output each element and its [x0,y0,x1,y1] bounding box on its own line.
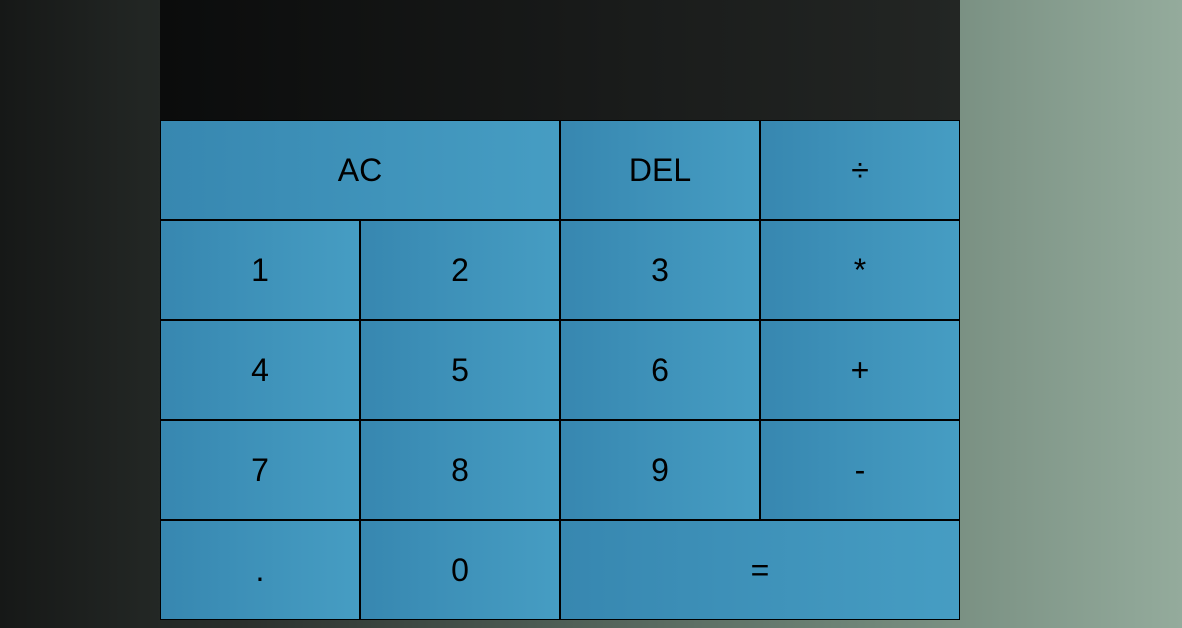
digit-0-button[interactable]: 0 [360,520,560,620]
digit-7-button[interactable]: 7 [160,420,360,520]
calculator: AC DEL ÷ 1 2 3 * 4 5 6 + 7 8 9 - . 0 = [160,0,960,620]
digit-3-button[interactable]: 3 [560,220,760,320]
subtract-button[interactable]: - [760,420,960,520]
divide-button[interactable]: ÷ [760,120,960,220]
delete-button[interactable]: DEL [560,120,760,220]
digit-1-button[interactable]: 1 [160,220,360,320]
digit-8-button[interactable]: 8 [360,420,560,520]
output-display [160,0,960,120]
digit-5-button[interactable]: 5 [360,320,560,420]
multiply-button[interactable]: * [760,220,960,320]
digit-9-button[interactable]: 9 [560,420,760,520]
digit-4-button[interactable]: 4 [160,320,360,420]
digit-6-button[interactable]: 6 [560,320,760,420]
all-clear-button[interactable]: AC [160,120,560,220]
decimal-button[interactable]: . [160,520,360,620]
equals-button[interactable]: = [560,520,960,620]
add-button[interactable]: + [760,320,960,420]
digit-2-button[interactable]: 2 [360,220,560,320]
